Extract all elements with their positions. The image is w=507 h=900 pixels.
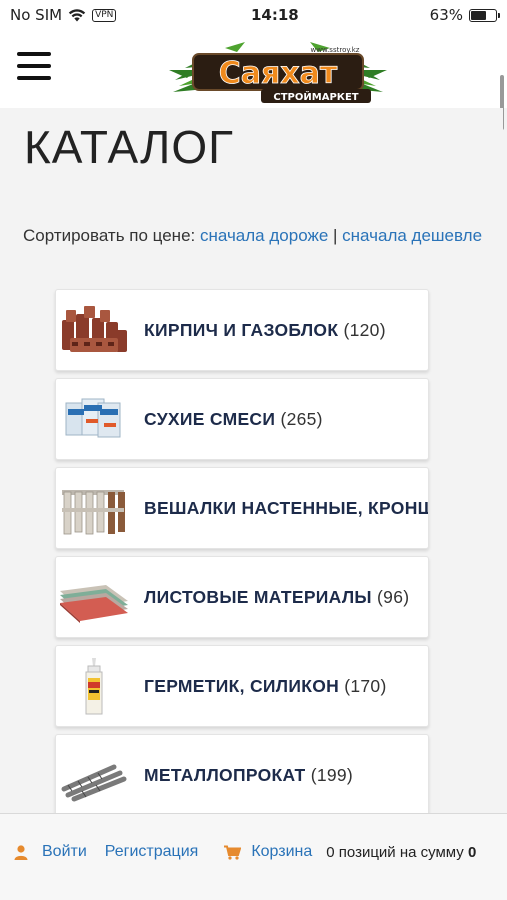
clock: 14:18 bbox=[250, 6, 299, 24]
category-name: ВЕШАЛКИ НАСТЕННЫЕ, КРОНШТЕЙНЫ bbox=[144, 497, 429, 518]
site-logo[interactable]: Саяхат www.sstroy.kz СТРОЙМАРКЕТ bbox=[165, 40, 390, 108]
page-title: КАТАЛОГ bbox=[24, 121, 235, 173]
category-card[interactable]: ГЕРМЕТИК, СИЛИКОН (170) bbox=[55, 645, 429, 727]
user-icon bbox=[14, 844, 28, 860]
wifi-icon bbox=[68, 8, 86, 21]
vpn-badge: VPN bbox=[92, 8, 117, 22]
login-link[interactable]: Войти bbox=[42, 843, 87, 861]
sealant-tube-icon bbox=[85, 658, 103, 715]
category-card[interactable]: МЕТАЛЛОПРОКАТ (199) bbox=[55, 734, 429, 813]
cart-summary: 0 позиций на сумму 0 bbox=[326, 844, 476, 861]
category-name: КИРПИЧ И ГАЗОБЛОК bbox=[144, 319, 339, 340]
bottom-bar: Войти Регистрация Корзина 0 позиций на с… bbox=[0, 813, 507, 900]
site-header: Саяхат www.sstroy.kz СТРОЙМАРКЕТ bbox=[0, 30, 507, 130]
sort-by-price: Сортировать по цене: сначала дороже | сн… bbox=[23, 222, 483, 249]
category-count: (265) bbox=[280, 408, 323, 429]
cart-summary-text: 0 позиций на сумму bbox=[326, 843, 464, 861]
battery-icon bbox=[469, 8, 500, 22]
sort-separator: | bbox=[333, 226, 338, 245]
register-link[interactable]: Регистрация bbox=[105, 843, 199, 861]
category-card[interactable]: ЛИСТОВЫЕ МАТЕРИАЛЫ (96) bbox=[55, 556, 429, 638]
sort-expensive-first-link[interactable]: сначала дороже bbox=[200, 226, 328, 245]
category-label: ВЕШАЛКИ НАСТЕННЫЕ, КРОНШТЕЙНЫ bbox=[144, 497, 429, 519]
category-count: (120) bbox=[343, 319, 386, 340]
logo-url: www.sstroy.kz bbox=[311, 46, 360, 54]
logo-wordmark: Саяхат bbox=[219, 56, 338, 91]
cart-icon bbox=[224, 845, 242, 860]
dry-mix-bags-icon bbox=[65, 398, 121, 438]
category-label: ГЕРМЕТИК, СИЛИКОН (170) bbox=[144, 676, 387, 697]
status-right: 63% bbox=[429, 6, 500, 24]
category-card[interactable]: ВЕШАЛКИ НАСТЕННЫЕ, КРОНШТЕЙНЫ bbox=[55, 467, 429, 549]
main-content: КАТАЛОГ Сортировать по цене: сначала дор… bbox=[0, 108, 503, 813]
rebar-icon bbox=[61, 764, 127, 802]
category-count: (96) bbox=[377, 586, 410, 607]
category-card[interactable]: КИРПИЧ И ГАЗОБЛОК (120) bbox=[55, 289, 429, 371]
battery-percent: 63% bbox=[429, 6, 463, 24]
sort-label: Сортировать по цене: bbox=[23, 226, 196, 245]
category-card[interactable]: СУХИЕ СМЕСИ (265) bbox=[55, 378, 429, 460]
category-label: СУХИЕ СМЕСИ (265) bbox=[144, 409, 323, 430]
status-left: No SIM VPN bbox=[10, 6, 180, 24]
category-label: МЕТАЛЛОПРОКАТ (199) bbox=[144, 765, 353, 786]
logo-subtitle: СТРОЙМАРКЕТ bbox=[273, 90, 358, 103]
category-label: ЛИСТОВЫЕ МАТЕРИАЛЫ (96) bbox=[144, 587, 409, 608]
cart-summary-value: 0 bbox=[467, 843, 477, 861]
category-count: (170) bbox=[344, 675, 387, 696]
category-name: СУХИЕ СМЕСИ bbox=[144, 408, 276, 429]
status-bar: No SIM VPN 14:18 63% bbox=[0, 0, 507, 30]
sort-cheap-first-link[interactable]: сначала дешевле bbox=[342, 226, 482, 245]
cart-link[interactable]: Корзина bbox=[251, 843, 312, 861]
wall-hanger-icon bbox=[62, 490, 125, 535]
category-name: МЕТАЛЛОПРОКАТ bbox=[144, 764, 306, 785]
bottom-bar-row: Войти Регистрация Корзина 0 позиций на с… bbox=[14, 843, 476, 861]
menu-icon[interactable] bbox=[17, 52, 51, 80]
category-name: ЛИСТОВЫЕ МАТЕРИАЛЫ bbox=[144, 586, 372, 607]
sheet-material-icon bbox=[60, 585, 128, 623]
brick-icon bbox=[62, 306, 127, 352]
category-count: (199) bbox=[310, 764, 354, 785]
carrier-label: No SIM bbox=[10, 6, 63, 24]
category-list: КИРПИЧ И ГАЗОБЛОК (120) СУХИЕ СМЕСИ (265… bbox=[55, 289, 429, 813]
category-name: ГЕРМЕТИК, СИЛИКОН bbox=[144, 675, 340, 696]
category-label: КИРПИЧ И ГАЗОБЛОК (120) bbox=[144, 320, 386, 341]
